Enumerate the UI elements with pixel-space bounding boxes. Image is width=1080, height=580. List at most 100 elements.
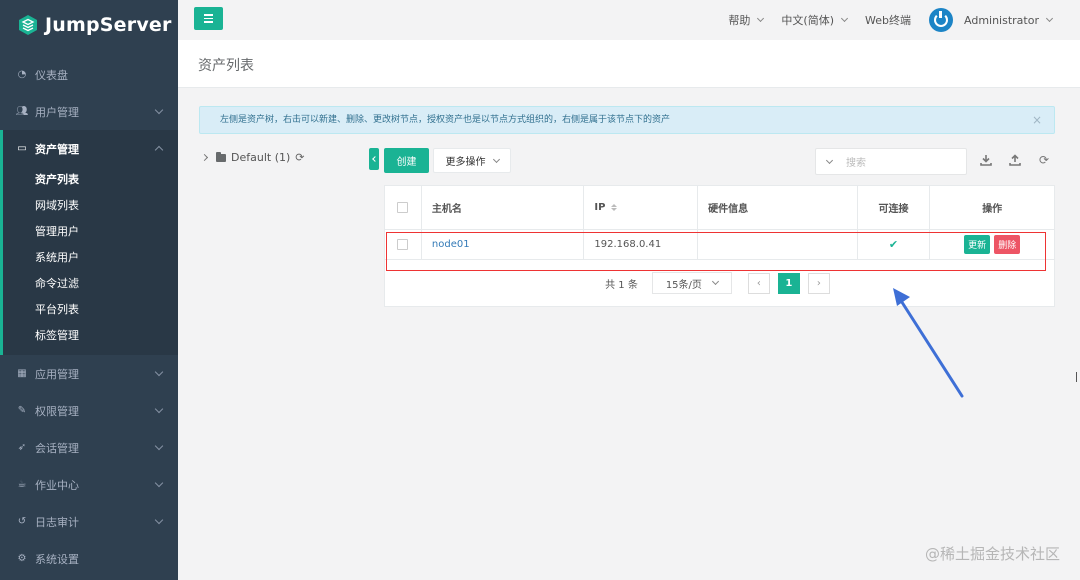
th-icon: ▦ <box>17 368 27 379</box>
select-all-checkbox[interactable] <box>397 202 409 213</box>
sidebar-item-label: 日志审计 <box>35 515 79 529</box>
ip-cell: 192.168.0.41 <box>584 230 699 259</box>
hamburger-icon <box>204 14 213 16</box>
sidebar-item-jobs[interactable]: ☕︎ 作业中心 <box>0 466 178 503</box>
table-header: 主机名 IP 硬件信息 可连接 操作 <box>385 186 1054 230</box>
search-placeholder: 搜索 <box>846 158 866 169</box>
help-menu[interactable]: 帮助 <box>728 12 765 28</box>
sidebar-subitem-asset-list[interactable]: 资产列表 <box>3 167 178 193</box>
alert-text: 左侧是资产树，右击可以新建、删除、更改树节点，授权资产也是以节点方式组织的，右侧… <box>220 115 671 125</box>
connectable-cell: ✔ <box>858 230 931 259</box>
user-menu[interactable]: Administrator <box>929 8 1054 32</box>
sort-icon <box>611 204 618 211</box>
info-alert: 左侧是资产树，右击可以新建、删除、更改树节点，授权资产也是以节点方式组织的，右侧… <box>199 106 1055 134</box>
header-connectable: 可连接 <box>858 186 931 229</box>
sidebar-subitem-domain-list[interactable]: 网域列表 <box>3 193 178 219</box>
more-actions-button[interactable]: 更多操作 <box>433 148 511 173</box>
sidebar-item-label: 仪表盘 <box>35 68 68 82</box>
search-input[interactable]: 搜索 <box>815 148 967 175</box>
sidebar-subitem-labels[interactable]: 标签管理 <box>3 323 178 349</box>
create-button[interactable]: 创建 <box>384 148 429 173</box>
chevron-down-icon <box>1045 14 1054 23</box>
page-button-1[interactable]: 1 <box>777 272 800 294</box>
upload-icon[interactable] <box>1008 153 1022 167</box>
coffee-icon: ☕︎ <box>17 479 27 490</box>
avatar <box>929 8 953 32</box>
user-name: Administrator <box>964 13 1039 27</box>
row-checkbox-cell <box>385 230 422 259</box>
chevron-down-icon <box>154 441 164 451</box>
sidebar-item-applications[interactable]: ▦ 应用管理 <box>0 355 178 392</box>
row-checkbox[interactable] <box>397 239 409 250</box>
hdd-icon: ▭ <box>17 143 27 154</box>
header-ip-label: IP <box>594 202 606 213</box>
hostname-link[interactable]: node01 <box>432 239 470 250</box>
collapse-tree-button[interactable] <box>369 148 379 170</box>
sidebar-subitem-system-users[interactable]: 系统用户 <box>3 245 178 271</box>
sidebar-item-label: 权限管理 <box>35 404 79 418</box>
gears-icon: ⚙ <box>17 553 27 564</box>
download-icon[interactable] <box>979 153 993 167</box>
chevron-down-icon <box>154 478 164 488</box>
delete-button[interactable]: 删除 <box>994 235 1021 254</box>
prev-page-button[interactable]: ‹ <box>747 272 770 294</box>
top-navbar: 帮助 中文(简体) Web终端 Administrator <box>178 0 1080 40</box>
rocket-icon: ➶ <box>17 442 27 453</box>
sidebar-item-permissions[interactable]: ✎ 权限管理 <box>0 392 178 429</box>
chevron-down-icon <box>154 404 164 414</box>
web-terminal-link[interactable]: Web终端 <box>865 12 911 28</box>
users-icon: 👥︎ <box>15 106 29 117</box>
page-heading: 资产列表 <box>178 40 1080 88</box>
sidebar-subitem-admin-users[interactable]: 管理用户 <box>3 219 178 245</box>
chevron-down-icon <box>154 515 164 525</box>
sidebar-subitem-command-filters[interactable]: 命令过滤 <box>3 271 178 297</box>
sidebar-item-label: 作业中心 <box>35 478 79 492</box>
sidebar-item-dashboard[interactable]: ◔ 仪表盘 <box>0 56 178 93</box>
page-size-select[interactable]: 15条/页 <box>651 272 732 294</box>
sidebar-item-assets[interactable]: ▭ 资产管理 <box>3 130 178 167</box>
refresh-icon[interactable]: ⟳ <box>295 151 304 164</box>
sidebar-item-audits[interactable]: ↺ 日志审计 <box>0 503 178 540</box>
chevron-down-icon <box>840 14 849 23</box>
more-actions-label: 更多操作 <box>445 157 486 168</box>
sidebar-subitem-platform-list[interactable]: 平台列表 <box>3 297 178 323</box>
actions-cell: 更新 删除 <box>930 230 1054 259</box>
logo[interactable]: JumpServer <box>0 0 178 50</box>
sidebar-item-label: 资产管理 <box>35 142 79 156</box>
sidebar-group-assets: ▭ 资产管理 资产列表 网域列表 管理用户 系统用户 命令过滤 平台列表 标签管… <box>0 130 178 355</box>
sidebar-item-sessions[interactable]: ➶ 会话管理 <box>0 429 178 466</box>
tree-expand-icon[interactable] <box>200 153 209 162</box>
chevron-down-icon <box>154 105 164 115</box>
chevron-down-icon <box>711 277 719 286</box>
pagination: 共 1 条 15条/页 ‹ 1 › <box>385 270 1054 296</box>
dashboard-icon: ◔ <box>17 69 27 80</box>
sidebar-toggle-button[interactable] <box>194 7 223 30</box>
hostname-cell: node01 <box>422 230 585 259</box>
refresh-table-icon[interactable]: ⟳ <box>1037 153 1051 167</box>
edit-icon: ✎ <box>17 405 27 416</box>
header-ip[interactable]: IP <box>584 186 699 229</box>
pagination-total: 共 1 条 <box>605 279 638 291</box>
page-size-label: 15条/页 <box>665 279 702 291</box>
sidebar-item-users[interactable]: 👥︎ 用户管理 <box>0 93 178 130</box>
chevron-down-icon <box>492 155 500 163</box>
sidebar: JumpServer ◔ 仪表盘 👥︎ 用户管理 ▭ 资产管理 资产列表 网域列… <box>0 0 178 580</box>
header-hostname[interactable]: 主机名 <box>422 186 585 229</box>
chevron-down-icon <box>757 14 765 23</box>
sidebar-item-label: 会话管理 <box>35 441 79 455</box>
hardware-cell <box>698 230 858 259</box>
search-filter-chevron-icon[interactable] <box>825 156 834 164</box>
sidebar-item-settings[interactable]: ⚙ 系统设置 <box>0 540 178 577</box>
chevron-left-icon <box>372 156 378 162</box>
table-row: node01 192.168.0.41 ✔ 更新 删除 <box>385 230 1054 260</box>
language-menu[interactable]: 中文(简体) <box>781 12 849 28</box>
check-icon: ✔ <box>888 238 899 251</box>
sidebar-item-label: 系统设置 <box>35 552 79 566</box>
update-button[interactable]: 更新 <box>964 235 991 254</box>
logo-text: JumpServer <box>45 14 172 36</box>
sidebar-item-label: 应用管理 <box>35 367 79 381</box>
tree-node-default[interactable]: Default (1) <box>231 151 290 164</box>
next-page-button[interactable]: › <box>807 272 830 294</box>
folder-icon <box>216 151 226 162</box>
close-icon[interactable]: × <box>1032 107 1042 133</box>
